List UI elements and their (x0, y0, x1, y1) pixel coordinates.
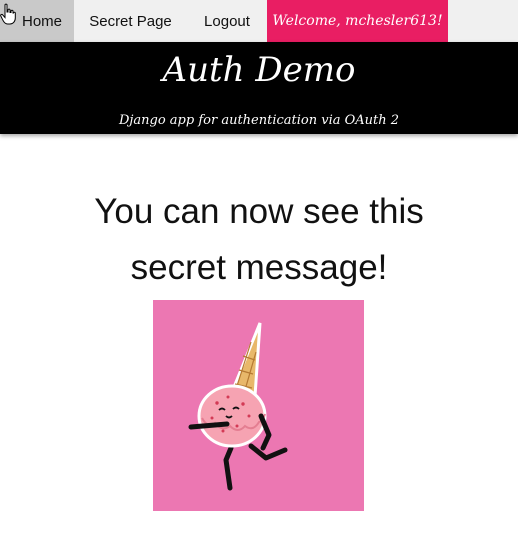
welcome-user-badge: Welcome, mchesler613! (267, 0, 448, 42)
nav-logout-label: Logout (204, 12, 250, 30)
nav-secret-page-label: Secret Page (89, 12, 172, 30)
secret-message-line-1: You can now see this (94, 192, 424, 231)
site-title: Auth Demo (162, 50, 356, 90)
ice-cream-cone-character (153, 300, 364, 511)
site-subtitle: Django app for authentication via OAuth … (118, 113, 400, 128)
nav-logout-link[interactable]: Logout (187, 0, 267, 42)
secret-message: You can now see this secret message! (0, 184, 518, 296)
nav-home-label: Home (21, 12, 62, 30)
welcome-user-label: Welcome, mchesler613! (272, 13, 443, 29)
site-header: Auth Demo Django app for authentication … (0, 42, 518, 134)
left-arm (188, 421, 230, 430)
nav-secret-page-link[interactable]: Secret Page (74, 0, 187, 42)
hand-pointer-icon (0, 3, 16, 25)
secret-message-line-2: secret message! (130, 248, 388, 287)
top-nav: Home Secret Page Logout Welcome, mchesle… (0, 0, 518, 42)
nav-home-link[interactable]: Home (0, 0, 74, 42)
